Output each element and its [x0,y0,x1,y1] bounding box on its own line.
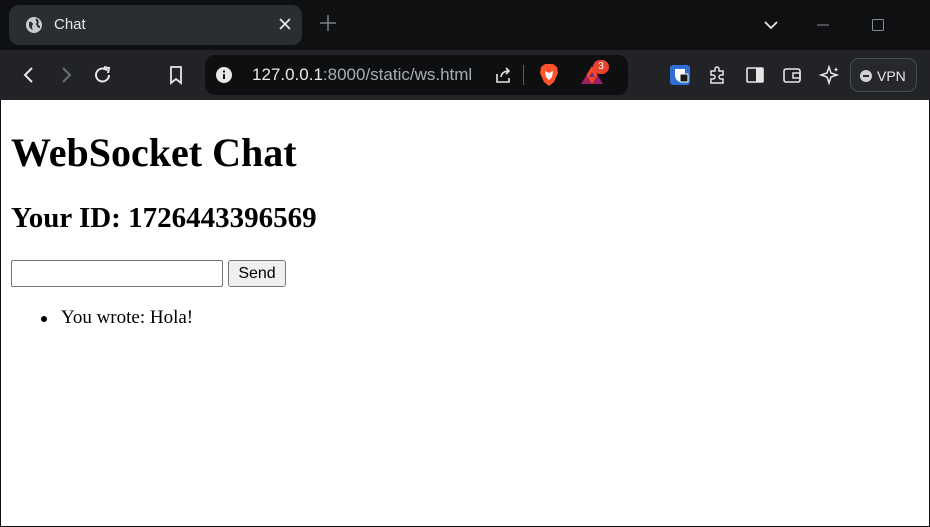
tab-strip: Chat [0,0,930,50]
message-list: You wrote: Hola! [41,306,193,330]
user-id-heading: Your ID: 1726443396569 [11,202,317,234]
brave-shields-icon[interactable] [538,63,560,87]
tab-search-chevron-icon[interactable] [760,14,782,36]
tab-title: Chat [54,16,86,33]
tab-chat[interactable]: Chat [9,5,302,45]
page-content: WebSocket Chat Your ID: 1726443396569 Se… [1,100,929,526]
vpn-status-icon [860,70,872,82]
message-input[interactable] [11,260,223,287]
leo-ai-icon[interactable] [818,64,841,86]
bookmark-icon[interactable] [165,64,187,86]
url-path: :8000/static/ws.html [322,65,473,84]
globe-icon [25,16,43,34]
address-divider [523,65,524,85]
forward-icon[interactable] [55,64,77,86]
rewards-badge: 3 [593,60,609,74]
site-info-icon[interactable] [215,66,233,84]
vpn-label: VPN [877,68,906,84]
vpn-button[interactable]: VPN [850,58,917,92]
reload-icon[interactable] [92,64,114,86]
minimize-icon[interactable] [812,14,834,36]
maximize-icon[interactable] [867,14,889,36]
back-icon[interactable] [18,64,40,86]
browser-toolbar: 127.0.0.1:8000/static/ws.html 3 VPN [0,50,930,100]
wallet-icon[interactable] [781,64,803,86]
list-item: You wrote: Hola! [41,306,193,330]
page-title: WebSocket Chat [11,130,297,175]
new-tab-button[interactable] [317,12,339,34]
password-manager-icon[interactable] [669,64,691,86]
address-bar[interactable]: 127.0.0.1:8000/static/ws.html 3 [205,55,628,95]
extensions-icon[interactable] [706,64,728,86]
send-button[interactable]: Send [228,260,286,287]
url-host: 127.0.0.1 [252,65,323,84]
share-icon[interactable] [493,65,513,85]
url-text[interactable]: 127.0.0.1:8000/static/ws.html [252,65,472,85]
sidebar-icon[interactable] [744,64,766,86]
close-tab-icon[interactable] [275,14,295,34]
